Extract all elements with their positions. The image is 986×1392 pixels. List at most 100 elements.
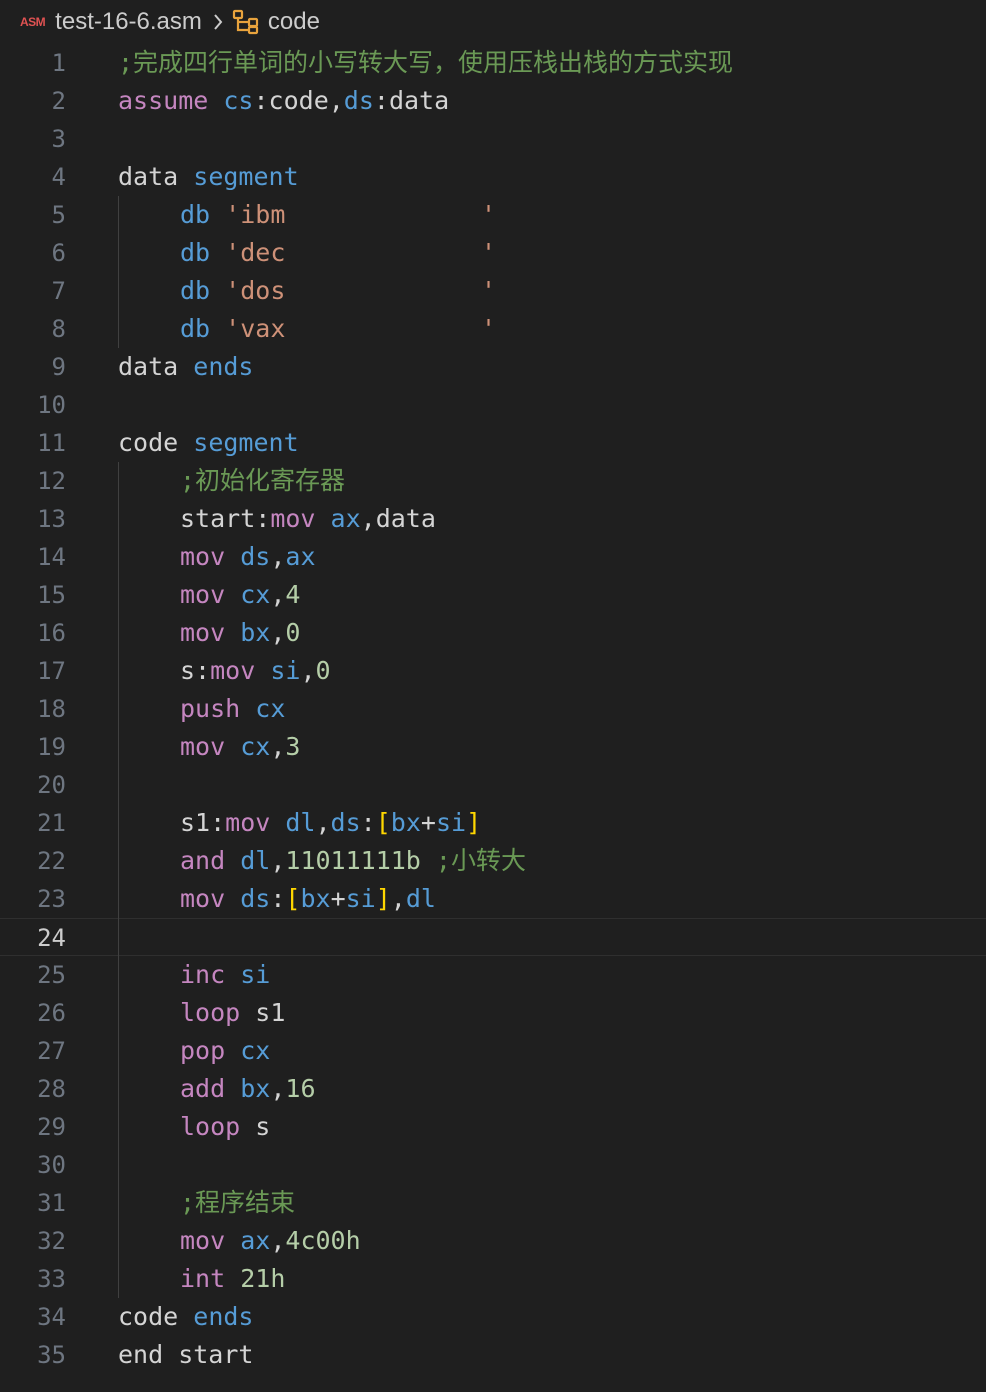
code-line[interactable]: 2 assume cs:code,ds:data (0, 82, 986, 120)
code-token: cs (223, 86, 254, 115)
code-token: add (180, 1074, 226, 1103)
line-number: 19 (37, 733, 66, 761)
code-text: start:mov ax,data (180, 500, 436, 538)
code-token: , (270, 542, 286, 571)
code-line[interactable]: 20 (0, 766, 986, 804)
code-line[interactable]: 11 code segment (0, 424, 986, 462)
code-token: data (118, 352, 179, 381)
code-line[interactable]: 16 mov bx,0 (0, 614, 986, 652)
code-line[interactable]: 9 data ends (0, 348, 986, 386)
code-line[interactable]: 32 mov ax,4c00h (0, 1222, 986, 1260)
code-line[interactable]: 5 db 'ibm ' (0, 196, 986, 234)
code-text: db 'vax ' (180, 310, 496, 348)
code-area[interactable]: 1 ;完成四行单词的小写转大写，使用压栈出栈的方式实现 2 assume cs:cod… (0, 44, 986, 1374)
code-token: segment (193, 162, 299, 191)
code-token: dl (240, 846, 271, 875)
code-token: ds (240, 884, 271, 913)
code-line[interactable]: 26 loop s1 (0, 994, 986, 1032)
code-line[interactable]: 4 data segment (0, 158, 986, 196)
code-line[interactable]: 7 db 'dos ' (0, 272, 986, 310)
code-line[interactable]: 12 ;初始化寄存器 (0, 462, 986, 500)
code-line[interactable]: 15 mov cx,4 (0, 576, 986, 614)
breadcrumb: ASM test-16-6.asm code (0, 0, 986, 44)
code-token: ds (330, 808, 361, 837)
code-line[interactable]: 33 int 21h (0, 1260, 986, 1298)
code-line[interactable]: 17 s:mov si,0 (0, 652, 986, 690)
code-token: 3 (285, 732, 301, 761)
indent-guide (118, 196, 119, 348)
code-line[interactable]: 13 start:mov ax,data (0, 500, 986, 538)
code-line[interactable]: 24 (0, 918, 986, 956)
code-line[interactable]: 31 ;程序结束 (0, 1184, 986, 1222)
code-token: mov (180, 732, 226, 761)
line-number: 3 (51, 125, 66, 153)
code-token: bx (390, 808, 421, 837)
code-token: ] (375, 884, 391, 913)
code-token: bx (240, 618, 271, 647)
code-text: push cx (180, 690, 285, 728)
line-number: 25 (37, 961, 66, 989)
code-line[interactable]: 10 (0, 386, 986, 424)
line-number: 8 (51, 315, 66, 343)
code-text: s1:mov dl,ds:[bx+si] (180, 804, 481, 842)
code-token: s (240, 1112, 271, 1141)
line-number: 35 (37, 1341, 66, 1369)
breadcrumb-symbol[interactable]: code (268, 8, 320, 36)
code-token: si (435, 808, 467, 837)
line-number: 13 (37, 505, 66, 533)
breadcrumb-file[interactable]: test-16-6.asm (55, 8, 202, 36)
code-line[interactable]: 30 (0, 1146, 986, 1184)
code-line[interactable]: 27 pop cx (0, 1032, 986, 1070)
code-line[interactable]: 29 loop s (0, 1108, 986, 1146)
line-number: 4 (51, 163, 66, 191)
code-token: [ (375, 808, 391, 837)
code-line[interactable]: 14 mov ds,ax (0, 538, 986, 576)
code-token: code (118, 1302, 179, 1331)
code-token: , (300, 656, 316, 685)
code-text: loop s1 (180, 994, 285, 1032)
code-token: start: (180, 504, 271, 533)
code-line[interactable]: 21 s1:mov dl,ds:[bx+si] (0, 804, 986, 842)
code-text: loop s (180, 1108, 270, 1146)
code-line[interactable]: 8 db 'vax ' (0, 310, 986, 348)
line-number: 27 (37, 1037, 66, 1065)
code-line[interactable]: 6 db 'dec ' (0, 234, 986, 272)
code-token: db (180, 238, 211, 267)
code-token: si (345, 884, 376, 913)
code-line[interactable]: 22 and dl,11011111b ;小转大 (0, 842, 986, 880)
code-token: 11011111b (285, 846, 421, 875)
code-line[interactable]: 1 ;完成四行单词的小写转大写，使用压栈出栈的方式实现 (0, 44, 986, 82)
line-number: 16 (37, 619, 66, 647)
code-line[interactable]: 28 add bx,16 (0, 1070, 986, 1108)
code-token: + (420, 808, 436, 837)
code-line[interactable]: 3 (0, 120, 986, 158)
code-token: s1: (180, 808, 226, 837)
code-line[interactable]: 18 push cx (0, 690, 986, 728)
line-number: 14 (37, 543, 66, 571)
line-number: 24 (37, 924, 66, 952)
code-token: ends (193, 352, 254, 381)
code-token: , (270, 732, 286, 761)
code-line[interactable]: 35 end start (0, 1336, 986, 1374)
code-token: , (315, 808, 331, 837)
code-line[interactable]: 25 inc si (0, 956, 986, 994)
code-line[interactable]: 34 code ends (0, 1298, 986, 1336)
code-token: ds (240, 542, 271, 571)
code-token: 0 (285, 618, 301, 647)
code-token: mov (270, 504, 316, 533)
code-token: 4c00h (285, 1226, 361, 1255)
code-token: :code, (253, 86, 344, 115)
code-token: , (270, 618, 286, 647)
line-number: 10 (37, 391, 66, 419)
code-token: 'vax ' (225, 314, 497, 343)
code-token: + (330, 884, 346, 913)
code-line[interactable]: 23 mov ds:[bx+si],dl (0, 880, 986, 918)
code-line[interactable]: 19 mov cx,3 (0, 728, 986, 766)
